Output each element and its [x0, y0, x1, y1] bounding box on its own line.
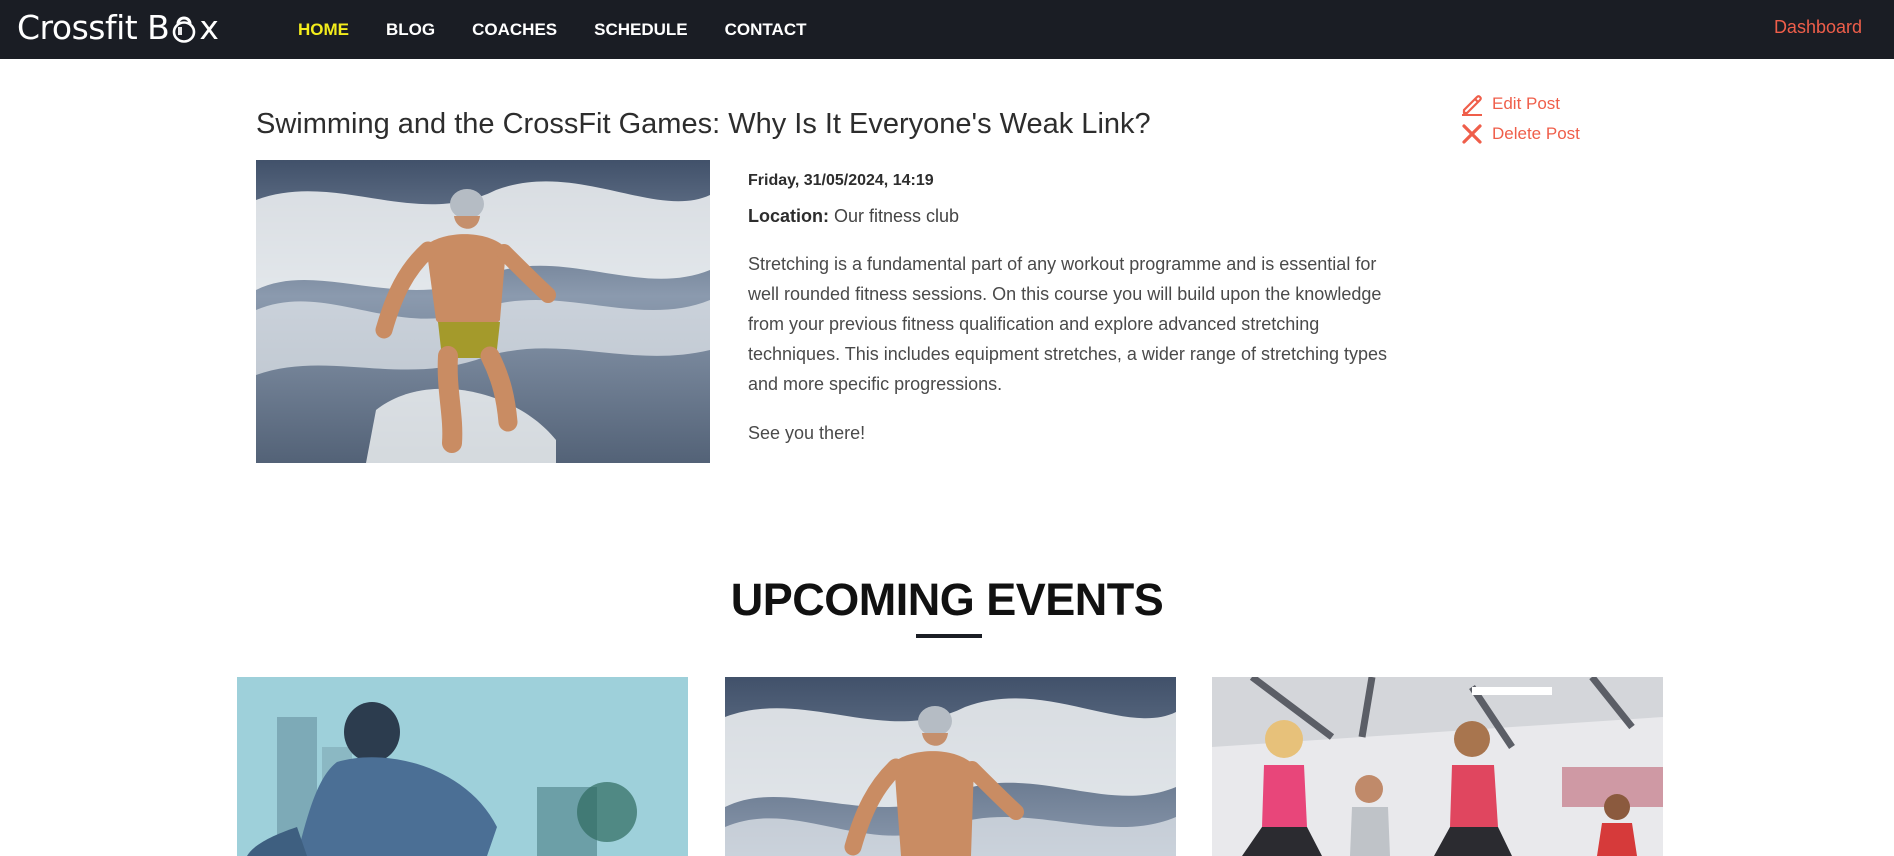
- main-nav: HOME BLOG COACHES SCHEDULE CONTACT: [298, 0, 843, 59]
- edit-post-label: Edit Post: [1492, 94, 1561, 113]
- location-value: Our fitness club: [834, 206, 960, 226]
- event-card-image-aerobics[interactable]: [1212, 677, 1663, 856]
- edit-post-button[interactable]: Edit Post: [1460, 89, 1580, 119]
- navbar: Crossfit B x HOME BLOG COACHES SCHEDULE …: [0, 0, 1894, 59]
- post-title: Swimming and the CrossFit Games: Why Is …: [256, 108, 1151, 140]
- nav-coaches[interactable]: COACHES: [472, 20, 557, 40]
- delete-post-button[interactable]: Delete Post: [1460, 119, 1580, 149]
- post-image-swimmer: [256, 160, 710, 463]
- brand-logo[interactable]: Crossfit B x: [17, 8, 219, 47]
- post-location: Location: Our fitness club: [748, 206, 1398, 227]
- nav-home[interactable]: HOME: [298, 20, 349, 40]
- post-body: Stretching is a fundamental part of any …: [748, 254, 1388, 394]
- close-icon: [1462, 124, 1482, 144]
- post-signoff: See you there!: [748, 423, 866, 443]
- location-label: Location:: [748, 206, 829, 226]
- pencil-icon: [1462, 95, 1482, 116]
- section-title: UPCOMING EVENTS: [730, 574, 1164, 625]
- nav-blog[interactable]: BLOG: [386, 20, 435, 40]
- brand-text-end: x: [199, 8, 219, 47]
- post-date: Friday, 31/05/2024, 14:19: [748, 172, 934, 189]
- post-actions: Edit Post Delete Post: [1460, 89, 1580, 149]
- event-card-image-swimmer[interactable]: [725, 677, 1176, 856]
- post-content: Friday, 31/05/2024, 14:19 Location: Our …: [748, 172, 1398, 444]
- delete-post-label: Delete Post: [1492, 124, 1580, 143]
- dashboard-link[interactable]: Dashboard: [1774, 17, 1862, 38]
- section-divider: [916, 634, 982, 638]
- kettlebell-icon: [173, 16, 196, 43]
- brand-text-start: Crossfit B: [17, 8, 170, 47]
- nav-schedule[interactable]: SCHEDULE: [594, 20, 688, 40]
- nav-contact[interactable]: CONTACT: [725, 20, 807, 40]
- event-card-image-runner[interactable]: [237, 677, 688, 856]
